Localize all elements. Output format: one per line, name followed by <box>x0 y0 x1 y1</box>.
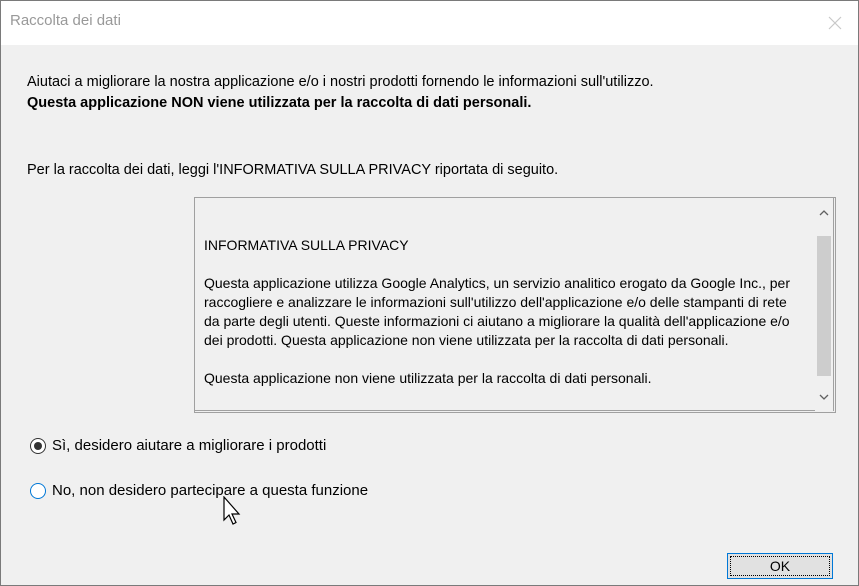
chevron-down-icon <box>819 394 829 400</box>
option-yes[interactable]: Sì, desidero aiutare a migliorare i prod… <box>30 437 326 454</box>
intro-bold-line: Questa applicazione NON viene utilizzata… <box>27 95 532 111</box>
option-no[interactable]: No, non desidero partecipare a questa fu… <box>30 482 368 499</box>
chevron-up-icon <box>819 210 829 216</box>
radio-yes[interactable] <box>30 437 46 454</box>
ok-button[interactable]: OK <box>727 553 833 579</box>
privacy-policy-textarea[interactable]: INFORMATIVA SULLA PRIVACY Questa applica… <box>194 197 834 412</box>
option-no-label: No, non desidero partecipare a questa fu… <box>52 482 369 499</box>
intro-line: Aiutaci a migliorare la nostra applicazi… <box>27 74 654 90</box>
policy-paragraph: Questa applicazione utilizza Google Anal… <box>204 275 791 348</box>
option-yes-label: Sì, desidero aiutare a migliorare i prod… <box>52 437 327 454</box>
vertical-scrollbar[interactable] <box>815 198 833 412</box>
policy-heading: INFORMATIVA SULLA PRIVACY <box>204 237 409 253</box>
policy-paragraph-2: Questa applicazione non viene utilizzata… <box>204 370 652 386</box>
policy-text: INFORMATIVA SULLA PRIVACY Questa applica… <box>204 236 804 407</box>
mouse-pointer-icon <box>223 496 241 525</box>
ok-button-label: OK <box>769 558 791 574</box>
scroll-down-button[interactable] <box>815 388 833 406</box>
scroll-up-button[interactable] <box>815 204 833 222</box>
privacy-hint: Per la raccolta dei dati, leggi l'INFORM… <box>27 162 559 178</box>
intro-text: Aiutaci a migliorare la nostra applicazi… <box>27 72 654 114</box>
radio-no[interactable] <box>30 482 46 499</box>
scroll-thumb[interactable] <box>817 236 831 376</box>
